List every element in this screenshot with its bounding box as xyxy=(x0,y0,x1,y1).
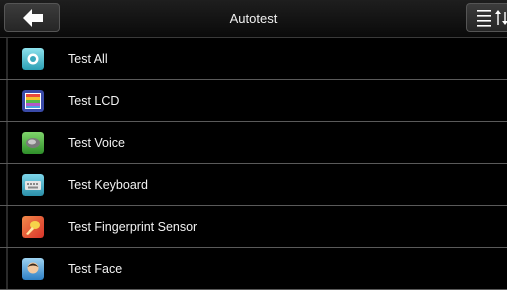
list-item-test-all[interactable]: Test All xyxy=(0,38,507,80)
keyboard-icon xyxy=(22,174,44,196)
header-bar: Autotest xyxy=(0,0,507,38)
test-all-icon xyxy=(22,48,44,70)
list-item-test-keyboard[interactable]: Test Keyboard xyxy=(0,164,507,206)
list-item-label: Test Face xyxy=(68,262,123,276)
list-item-label: Test Voice xyxy=(68,136,125,150)
voice-icon xyxy=(22,132,44,154)
list-item-label: Test Keyboard xyxy=(68,178,148,192)
face-icon xyxy=(22,258,44,280)
autotest-screen: Autotest Test All Test LCD Test Voice Te… xyxy=(0,0,507,290)
list-item-label: Test Fingerprint Sensor xyxy=(68,220,198,234)
list-item-test-fingerprint-sensor[interactable]: Test Fingerprint Sensor xyxy=(0,206,507,248)
list-item-test-face[interactable]: Test Face xyxy=(0,248,507,290)
list-item-label: Test LCD xyxy=(68,94,120,108)
fingerprint-sensor-icon xyxy=(22,216,44,238)
menu-button[interactable] xyxy=(466,3,507,32)
list-item-test-voice[interactable]: Test Voice xyxy=(0,122,507,164)
list-item-test-lcd[interactable]: Test LCD xyxy=(0,80,507,122)
lcd-icon xyxy=(22,90,44,112)
sort-menu-icon xyxy=(477,10,507,27)
list-item-label: Test All xyxy=(68,52,108,66)
autotest-list: Test All Test LCD Test Voice Test Keyboa… xyxy=(0,38,507,290)
page-title: Autotest xyxy=(229,11,278,26)
